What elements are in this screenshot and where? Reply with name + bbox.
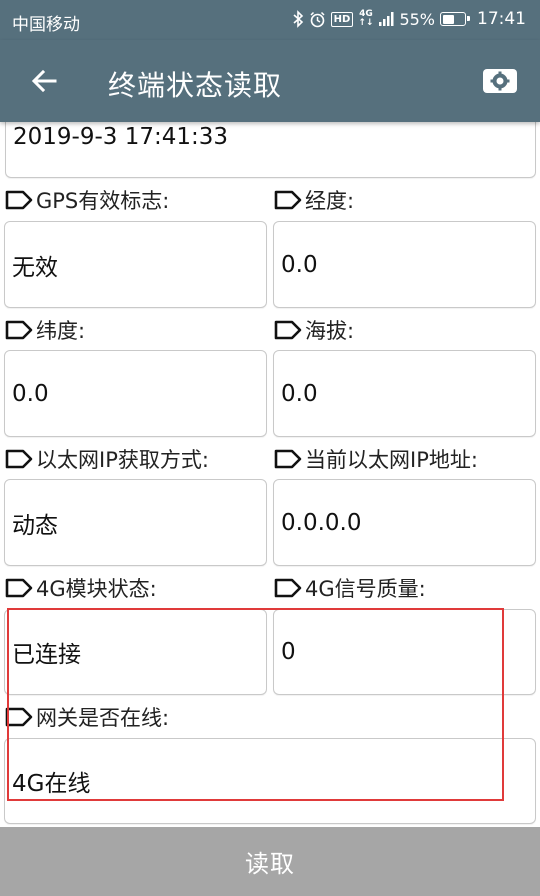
eth-ip-addr-label: 当前以太网IP地址: (274, 445, 478, 473)
altitude-label: 海拔: (274, 316, 354, 344)
datetime-field: 2019-9-3 17:41:33 (5, 122, 536, 178)
gateway-online-label: 网关是否在线: (5, 703, 169, 731)
app-bar: 终端状态读取 (0, 40, 540, 122)
eth-ip-mode-field: 动态 (4, 479, 267, 566)
back-arrow-icon (31, 69, 57, 93)
read-button[interactable]: 读取 (0, 827, 540, 896)
module-4g-status-label-text: 4G模块状态: (36, 577, 157, 601)
gateway-online-field: 4G在线 (4, 738, 536, 824)
tag-icon (274, 190, 302, 210)
tag-icon (5, 578, 33, 598)
longitude-label-text: 经度: (305, 189, 355, 213)
tag-icon (274, 449, 302, 469)
signal-4g-quality-field: 0 (273, 609, 536, 695)
signal-4g-quality-label: 4G信号质量: (274, 574, 426, 602)
module-4g-status-value: 已连接 (12, 642, 81, 668)
latitude-value: 0.0 (12, 380, 49, 407)
latitude-label-text: 纬度: (36, 319, 86, 343)
battery-icon (440, 12, 470, 26)
status-bar: 中国移动 HD 4G ↑↓ 55% 17:41 (0, 0, 540, 40)
eth-ip-mode-value: 动态 (12, 512, 58, 539)
settings-icon (483, 69, 517, 93)
signal-icon (379, 12, 394, 26)
gps-valid-label: GPS有效标志: (5, 186, 169, 214)
gps-valid-label-text: GPS有效标志: (36, 189, 170, 213)
tag-icon (274, 320, 302, 340)
module-4g-status-label: 4G模块状态: (5, 574, 157, 602)
tag-icon (5, 707, 33, 727)
eth-ip-mode-label-text: 以太网IP获取方式: (36, 448, 209, 472)
status-icons: HD 4G ↑↓ 55% 17:41 (292, 9, 526, 29)
longitude-value: 0.0 (281, 251, 318, 278)
gps-valid-value: 无效 (12, 254, 58, 281)
longitude-field: 0.0 (273, 221, 536, 308)
altitude-value: 0.0 (281, 380, 318, 407)
status-form[interactable]: 2019-9-3 17:41:33 GPS有效标志: 经度: 无效 0.0 纬度… (0, 122, 540, 827)
latitude-field: 0.0 (4, 350, 267, 437)
tag-icon (5, 449, 33, 469)
battery-percent: 55% (399, 9, 435, 29)
alarm-icon (310, 11, 325, 27)
longitude-label: 经度: (274, 186, 354, 214)
carrier-name: 中国移动 (12, 15, 80, 35)
tag-icon (5, 190, 33, 210)
eth-ip-addr-field: 0.0.0.0 (273, 479, 536, 566)
tag-icon (274, 578, 302, 598)
eth-ip-mode-label: 以太网IP获取方式: (5, 445, 209, 473)
datetime-value: 2019-9-3 17:41:33 (13, 124, 229, 150)
page-title: 终端状态读取 (108, 69, 283, 102)
gateway-online-label-text: 网关是否在线: (36, 706, 170, 730)
status-time: 17:41 (477, 9, 526, 29)
signal-4g-quality-value: 0 (281, 639, 296, 665)
battery-level (442, 14, 454, 24)
gps-valid-field: 无效 (4, 221, 267, 308)
altitude-field: 0.0 (273, 350, 536, 437)
tag-icon (5, 320, 33, 340)
settings-button[interactable] (480, 64, 520, 98)
back-button[interactable] (24, 61, 64, 101)
network-type-icon: 4G ↑↓ (358, 9, 374, 28)
hd-icon: HD (330, 11, 354, 27)
bluetooth-icon (293, 10, 303, 28)
eth-ip-addr-value: 0.0.0.0 (281, 509, 362, 536)
gateway-online-value: 4G在线 (12, 771, 91, 797)
module-4g-status-field: 已连接 (4, 609, 267, 695)
eth-ip-addr-label-text: 当前以太网IP地址: (305, 448, 478, 472)
signal-4g-quality-label-text: 4G信号质量: (305, 577, 426, 601)
latitude-label: 纬度: (5, 316, 85, 344)
altitude-label-text: 海拔: (305, 319, 355, 343)
